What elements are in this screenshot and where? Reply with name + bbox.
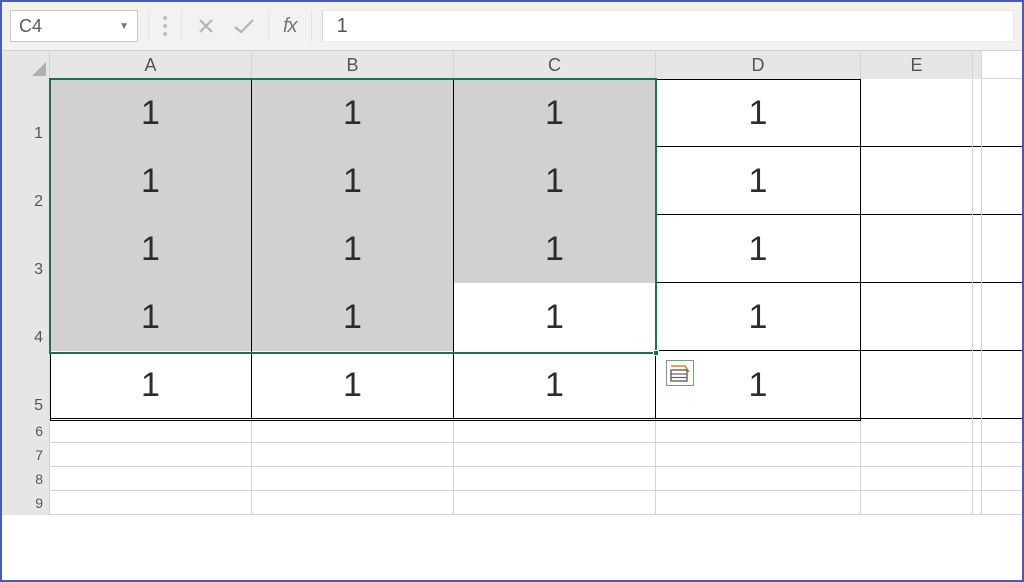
cell-A3[interactable]: 1: [50, 215, 252, 283]
cell-F5[interactable]: [973, 351, 982, 419]
cell-C1[interactable]: 1: [454, 79, 656, 147]
cell-F1[interactable]: [973, 79, 982, 147]
row-header-9[interactable]: 9: [2, 491, 50, 515]
formula-value: 1: [337, 15, 348, 38]
grid-row: 5 1 1 1 1: [2, 351, 1022, 419]
accept-formula-icon: [230, 12, 258, 40]
cell-E1[interactable]: [861, 79, 973, 147]
formula-input[interactable]: 1: [322, 10, 1014, 42]
column-header-C[interactable]: C: [454, 51, 656, 79]
cell-F9[interactable]: [973, 491, 982, 515]
select-all-corner[interactable]: [2, 51, 50, 79]
cell-A9[interactable]: [50, 491, 252, 515]
cell-E5[interactable]: [861, 351, 973, 419]
cell-F8[interactable]: [973, 467, 982, 491]
cell-C2[interactable]: 1: [454, 147, 656, 215]
row-header-5[interactable]: 5: [2, 351, 50, 419]
cell-D4[interactable]: 1: [656, 283, 861, 351]
grid-row: 1 1 1 1 1: [2, 79, 1022, 147]
cell-C9[interactable]: [454, 491, 656, 515]
row-header-2[interactable]: 2: [2, 147, 50, 215]
row-header-8[interactable]: 8: [2, 467, 50, 491]
column-header-E[interactable]: E: [861, 51, 973, 79]
grab-handle-icon[interactable]: [159, 16, 171, 36]
divider: [268, 11, 269, 41]
divider: [181, 11, 182, 41]
insert-function-icon[interactable]: fx: [279, 15, 301, 38]
cell-A2[interactable]: 1: [50, 147, 252, 215]
cell-B7[interactable]: [252, 443, 454, 467]
cell-D6[interactable]: [656, 419, 861, 443]
cell-B2[interactable]: 1: [252, 147, 454, 215]
cell-B8[interactable]: [252, 467, 454, 491]
row-header-6[interactable]: 6: [2, 419, 50, 443]
quick-analysis-button[interactable]: [666, 360, 694, 386]
row-header-4[interactable]: 4: [2, 283, 50, 351]
cell-A7[interactable]: [50, 443, 252, 467]
cell-A4[interactable]: 1: [50, 283, 252, 351]
cell-A5[interactable]: 1: [50, 351, 252, 419]
grid-row: 2 1 1 1 1: [2, 147, 1022, 215]
column-header-blank[interactable]: [973, 51, 982, 79]
cell-E8[interactable]: [861, 467, 973, 491]
cell-B6[interactable]: [252, 419, 454, 443]
cell-B3[interactable]: 1: [252, 215, 454, 283]
cell-E6[interactable]: [861, 419, 973, 443]
cell-B9[interactable]: [252, 491, 454, 515]
grid-row: 8: [2, 467, 1022, 491]
cell-E7[interactable]: [861, 443, 973, 467]
cell-A1[interactable]: 1: [50, 79, 252, 147]
cell-B4[interactable]: 1: [252, 283, 454, 351]
cell-E4[interactable]: [861, 283, 973, 351]
grid-row: 9: [2, 491, 1022, 515]
divider: [148, 11, 149, 41]
cell-D3[interactable]: 1: [656, 215, 861, 283]
cell-C8[interactable]: [454, 467, 656, 491]
cell-E2[interactable]: [861, 147, 973, 215]
spreadsheet-grid[interactable]: A B C D E 1 1 1 1 1 2 1 1 1 1: [2, 51, 1022, 580]
cell-D9[interactable]: [656, 491, 861, 515]
name-box[interactable]: C4 ▼: [10, 10, 138, 42]
column-header-A[interactable]: A: [50, 51, 252, 79]
cell-E9[interactable]: [861, 491, 973, 515]
column-header-B[interactable]: B: [252, 51, 454, 79]
cell-F2[interactable]: [973, 147, 982, 215]
cell-F6[interactable]: [973, 419, 982, 443]
cell-D7[interactable]: [656, 443, 861, 467]
cell-C5[interactable]: 1: [454, 351, 656, 419]
cell-C7[interactable]: [454, 443, 656, 467]
cell-F4[interactable]: [973, 283, 982, 351]
cell-A6[interactable]: [50, 419, 252, 443]
column-header-D[interactable]: D: [656, 51, 861, 79]
row-header-7[interactable]: 7: [2, 443, 50, 467]
cell-C6[interactable]: [454, 419, 656, 443]
cancel-formula-icon: [192, 12, 220, 40]
cell-B5[interactable]: 1: [252, 351, 454, 419]
row-header-1[interactable]: 1: [2, 79, 50, 147]
cell-A8[interactable]: [50, 467, 252, 491]
cell-C4[interactable]: 1: [454, 283, 656, 351]
grid-row: 4 1 1 1 1: [2, 283, 1022, 351]
cell-D2[interactable]: 1: [656, 147, 861, 215]
chevron-down-icon[interactable]: ▼: [119, 21, 129, 32]
grid-row: 3 1 1 1 1: [2, 215, 1022, 283]
column-header-row: A B C D E: [2, 51, 1022, 79]
grid-row: 7: [2, 443, 1022, 467]
cell-B1[interactable]: 1: [252, 79, 454, 147]
grid-row: 6: [2, 419, 1022, 443]
cell-D8[interactable]: [656, 467, 861, 491]
cell-F7[interactable]: [973, 443, 982, 467]
cell-D1[interactable]: 1: [656, 79, 861, 147]
cell-F3[interactable]: [973, 215, 982, 283]
name-box-value: C4: [19, 16, 42, 37]
cell-E3[interactable]: [861, 215, 973, 283]
divider: [311, 11, 312, 41]
row-header-3[interactable]: 3: [2, 215, 50, 283]
formula-bar: C4 ▼ fx 1: [2, 2, 1022, 51]
cell-C3[interactable]: 1: [454, 215, 656, 283]
